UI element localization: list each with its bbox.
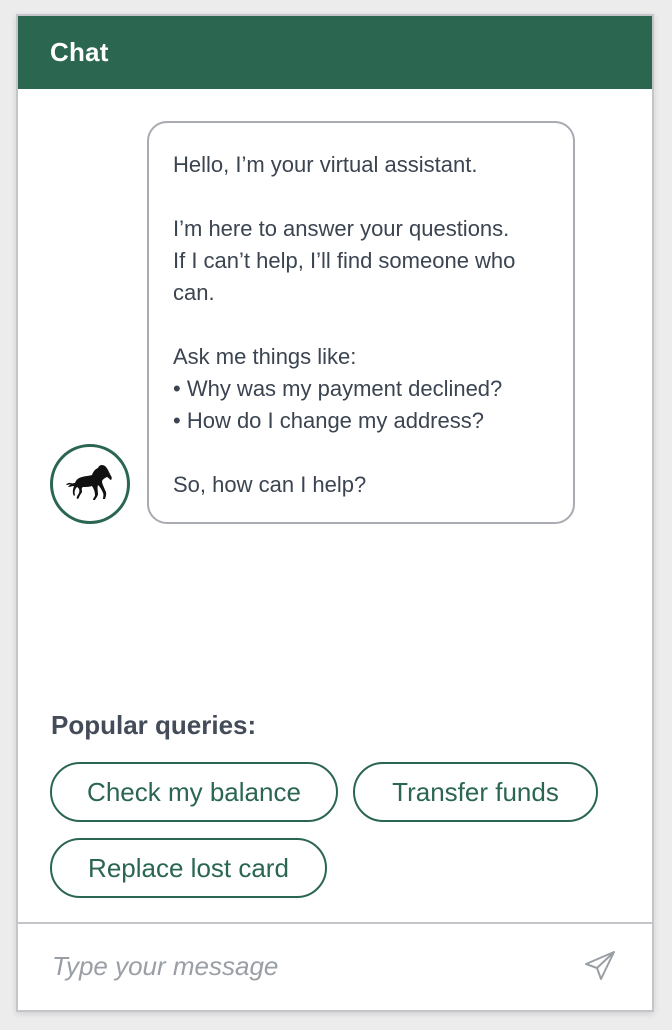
message-input[interactable]	[52, 946, 532, 986]
query-chip-replace-card[interactable]: Replace lost card	[50, 838, 327, 898]
send-paper-plane-icon	[585, 951, 615, 980]
assistant-message-bubble: Hello, I’m your virtual assistant. I’m h…	[147, 121, 575, 524]
message-composer	[18, 922, 652, 1010]
black-horse-logo-icon	[66, 464, 112, 500]
message-line: So, how can I help?	[173, 472, 367, 497]
message-line: I’m here to answer your questions.	[173, 216, 510, 241]
message-line: Ask me things like:	[173, 344, 357, 369]
message-bullet: • Why was my payment declined?	[173, 376, 503, 401]
assistant-avatar	[50, 444, 130, 524]
send-button[interactable]	[582, 948, 618, 984]
chat-header: Chat	[18, 16, 652, 89]
query-chip-check-balance[interactable]: Check my balance	[50, 762, 338, 822]
popular-queries-title: Popular queries:	[51, 710, 257, 740]
message-bullet: • How do I change my address?	[173, 408, 484, 433]
message-line: If I can’t help, I’ll find someone who	[173, 248, 516, 273]
message-line: Hello, I’m your virtual assistant.	[173, 152, 478, 177]
chat-widget: Chat Hello, I’m your virtual assistant. …	[16, 14, 654, 1012]
message-line: can.	[173, 280, 215, 305]
chat-title: Chat	[50, 37, 109, 67]
query-chip-transfer-funds[interactable]: Transfer funds	[353, 762, 598, 822]
